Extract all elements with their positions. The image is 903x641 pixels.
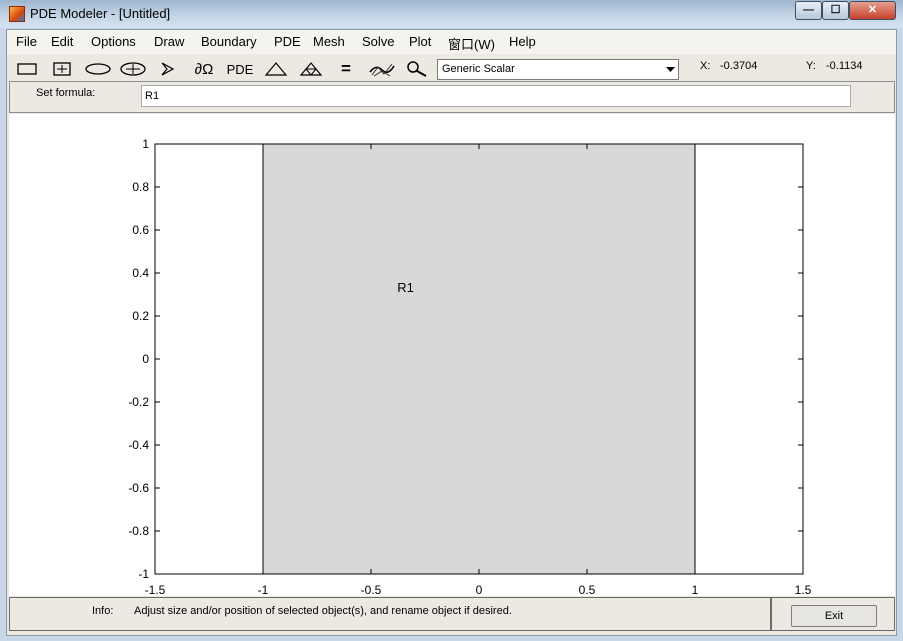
application-mode-value: Generic Scalar (442, 63, 515, 75)
menu-solve[interactable]: Solve (362, 34, 395, 49)
info-label: Info: (92, 605, 114, 617)
x-coordinate-value: -0.3704 (720, 60, 758, 72)
refine-mesh-icon (299, 62, 323, 76)
x-tick-label: -0.5 (361, 583, 382, 596)
rectangle-tool-button[interactable] (12, 58, 42, 80)
exit-button[interactable]: Exit (791, 605, 877, 627)
polygon-icon (161, 62, 175, 76)
pde-spec-icon: PDE (226, 61, 254, 77)
polygon-tool-button[interactable] (154, 58, 182, 80)
x-tick-label: -1 (258, 583, 269, 596)
refine-mesh-button[interactable] (296, 58, 326, 80)
y-tick-label: -0.6 (128, 481, 149, 495)
ellipse-icon (85, 63, 111, 75)
x-tick-label: 0 (476, 583, 483, 596)
set-formula-label: Set formula: (36, 87, 96, 99)
menu-pde[interactable]: PDE (274, 34, 301, 49)
matlab-icon (9, 6, 25, 22)
solve-button[interactable]: = (332, 58, 360, 80)
x-tick-label: 1.5 (795, 583, 812, 596)
zoom-icon (407, 61, 427, 77)
info-text: Adjust size and/or position of selected … (134, 605, 512, 617)
y-tick-label: -1 (138, 567, 149, 581)
y-coordinate-value: -0.1134 (826, 60, 863, 72)
pde-axes[interactable]: R1 -1.5 -1 -0.5 0 0.5 1 1.5 1 0.8 0.6 0.4 0.2 0 -0.2… (9, 114, 895, 596)
y-tick-label: -0.4 (128, 438, 149, 452)
centered-rectangle-icon (53, 62, 71, 76)
y-tick-label: 0 (142, 352, 149, 366)
rectangle-icon (17, 63, 37, 75)
shape-r1-label: R1 (397, 280, 414, 295)
menu-boundary[interactable]: Boundary (201, 34, 257, 49)
y-tick-label: 0.8 (132, 180, 149, 194)
menu-edit[interactable]: Edit (51, 34, 73, 49)
menu-mesh[interactable]: Mesh (313, 34, 345, 49)
plot-button[interactable] (366, 58, 398, 80)
set-formula-input[interactable]: R1 (141, 85, 851, 107)
menu-plot[interactable]: Plot (409, 34, 431, 49)
centered-rectangle-tool-button[interactable] (47, 58, 77, 80)
init-mesh-icon (264, 62, 288, 76)
y-tick-label: -0.8 (128, 524, 149, 538)
minimize-button[interactable]: — (795, 1, 822, 20)
y-tick-label: 0.4 (132, 266, 149, 280)
solve-icon: = (341, 59, 351, 78)
plot-icon (369, 63, 395, 77)
menu-help[interactable]: Help (509, 34, 536, 49)
y-tick-label: -0.2 (128, 395, 149, 409)
zoom-button[interactable] (402, 58, 432, 80)
x-tick-label: 1 (692, 583, 699, 596)
menu-draw[interactable]: Draw (154, 34, 184, 49)
y-tick-label: 0.6 (132, 223, 149, 237)
window-title: PDE Modeler - [Untitled] (30, 6, 171, 21)
centered-ellipse-tool-button[interactable] (117, 58, 149, 80)
x-tick-label: 0.5 (579, 583, 596, 596)
y-tick-label: 0.2 (132, 309, 149, 323)
menu-options[interactable]: Options (91, 34, 136, 49)
x-tick-label: -1.5 (145, 583, 166, 596)
ellipse-tool-button[interactable] (82, 58, 114, 80)
shape-r1[interactable] (262, 143, 696, 575)
x-coordinate-label: X: (700, 60, 711, 72)
maximize-button[interactable]: ☐ (822, 1, 849, 20)
boundary-mode-icon: ∂Ω (194, 60, 214, 78)
y-coordinate-label: Y: (806, 60, 816, 72)
menu-file[interactable]: File (16, 34, 37, 49)
centered-ellipse-icon (120, 62, 146, 76)
pde-spec-button[interactable]: PDE (224, 58, 256, 80)
boundary-mode-button[interactable]: ∂Ω (188, 58, 220, 80)
init-mesh-button[interactable] (261, 58, 291, 80)
close-button[interactable]: ✕ (849, 1, 896, 20)
chevron-down-icon[interactable] (662, 60, 678, 79)
y-tick-label: 1 (142, 137, 149, 151)
menu-window[interactable]: 窗口(W) (448, 34, 495, 53)
